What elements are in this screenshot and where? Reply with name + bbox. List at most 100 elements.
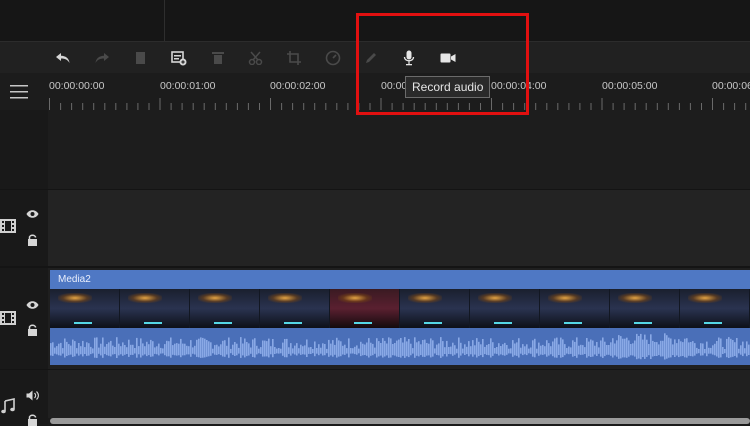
video-track-1[interactable] [48,190,750,266]
waveform-bar [262,340,264,357]
waveform-bar [548,343,550,356]
waveform-bar [442,341,444,357]
waveform-bar [288,347,290,354]
clip-thumbnail [540,289,610,328]
empty-track-area[interactable] [48,110,750,190]
waveform-bar [286,338,288,358]
waveform-bar [434,348,436,354]
waveform-bar [158,343,160,356]
waveform-bar [382,338,384,358]
copy-button[interactable] [130,47,152,69]
waveform-bar [446,340,448,357]
waveform-bar [232,344,234,355]
waveform-bar [144,346,146,355]
waveform-bar [120,346,122,355]
waveform-bar [568,346,570,355]
speed-button[interactable] [322,47,344,69]
waveform-bar [476,338,478,358]
crop-button[interactable] [283,47,305,69]
waveform-bar [312,349,314,354]
undo-button[interactable] [52,47,74,69]
waveform-bar [514,343,516,356]
waveform-bar [130,344,132,355]
waveform-bar [348,338,350,358]
waveform-bar [490,338,492,358]
waveform-bar [734,342,736,356]
hamburger-menu-icon[interactable] [8,84,30,100]
ruler-tick [259,103,260,110]
waveform-bar [586,338,588,358]
waveform-bar [252,339,254,357]
waveform-bar [614,343,616,356]
clip-header[interactable] [50,270,750,289]
waveform-bar [392,344,394,356]
clip-thumbnail [470,289,540,328]
redo-button[interactable] [91,47,113,69]
waveform-bar [472,340,474,357]
waveform-bar [302,346,304,355]
waveform-bar [464,344,466,355]
waveform-bar [480,344,482,356]
waveform-bar [724,349,726,354]
waveform-bar [280,348,282,354]
horizontal-scrollbar[interactable] [50,418,750,424]
waveform-bar [206,340,208,357]
waveform-bar [60,342,62,356]
ruler-tick [546,103,548,110]
waveform-bar [730,338,732,358]
film-strip-icon [0,219,16,233]
eye-icon[interactable] [26,300,39,310]
lock-icon[interactable] [27,234,38,246]
waveform-bar [132,344,134,355]
clip-thumbnail [610,289,680,328]
ruler-tick [247,103,249,110]
waveform-bar [580,344,582,355]
lock-open-icon[interactable] [27,324,38,336]
waveform-bar [404,337,406,358]
waveform-bar [78,343,80,356]
waveform-bar [660,340,662,357]
waveform-bar [538,342,540,356]
waveform-bar [632,343,634,356]
waveform-bar [550,346,552,355]
waveform-bar [116,337,118,358]
add-button[interactable] [168,47,190,69]
clip-thumbnail [680,289,750,328]
waveform-bar [416,342,418,356]
waveform-bar [598,347,600,354]
speaker-icon[interactable] [26,390,39,401]
ruler-tick [745,103,747,110]
waveform-bar [510,348,512,354]
delete-button[interactable] [207,47,229,69]
waveform-bar [710,347,712,354]
waveform-bar [628,340,630,357]
cut-button[interactable] [245,47,267,69]
clip-thumbnail [50,289,120,328]
waveform-bar [296,343,298,356]
waveform-bar [320,347,322,354]
eye-icon[interactable] [26,209,39,219]
waveform-bar [672,344,674,356]
waveform-bar [148,344,150,356]
waveform-bar [706,341,708,357]
ruler-tick [281,103,283,110]
ruler-tick [104,103,106,110]
waveform-bar [150,339,152,357]
waveform-bar [164,344,166,356]
audio-track[interactable] [48,370,750,418]
waveform-bar [572,340,574,357]
waveform-bar [540,345,542,355]
ruler-tick [347,103,349,110]
waveform-bar [142,343,144,356]
panel-divider[interactable] [164,0,165,42]
waveform-bar [546,340,548,357]
lock-open-icon[interactable] [27,414,38,426]
waveform-bar [708,347,710,354]
waveform-bar [98,347,100,354]
waveform-bar [438,343,440,356]
waveform-bar [732,340,734,357]
waveform-bar [554,338,556,358]
ruler-tick [656,103,658,110]
waveform-bar [128,339,130,357]
waveform-bar [282,342,284,356]
